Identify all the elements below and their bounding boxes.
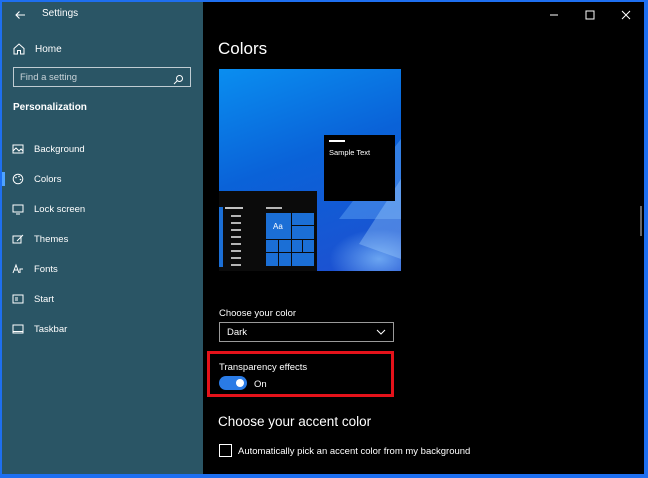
minimize-icon	[550, 14, 558, 16]
search-input[interactable]: Find a setting	[13, 67, 191, 87]
search-placeholder: Find a setting	[20, 71, 78, 83]
preview-start-menu: Aa	[219, 191, 317, 271]
main-content: Colors Sample Text Aa Choose your color …	[203, 2, 644, 474]
highlight-box	[207, 351, 394, 397]
sidebar-item-lock-screen[interactable]: Lock screen	[2, 194, 203, 224]
sidebar-item-themes[interactable]: Themes	[2, 224, 203, 254]
transparency-label: Transparency effects	[219, 362, 308, 373]
choose-color-label: Choose your color	[219, 308, 297, 319]
toggle-knob	[236, 379, 244, 387]
sample-text: Sample Text	[329, 148, 371, 157]
start-menu-tiles	[219, 207, 314, 267]
sidebar: Settings Home Find a setting Personaliza…	[2, 2, 203, 474]
auto-pick-checkbox[interactable]	[219, 444, 232, 457]
sidebar-nav: Background Colors Lock screen Themes Fon…	[2, 134, 203, 344]
maximize-button[interactable]	[572, 2, 608, 28]
close-button[interactable]	[608, 2, 644, 28]
sidebar-item-taskbar[interactable]: Taskbar	[2, 314, 203, 344]
search-icon[interactable]	[173, 72, 184, 84]
taskbar-icon	[12, 323, 24, 335]
tile-text: Aa	[273, 222, 283, 231]
sidebar-item-label: Taskbar	[34, 323, 68, 335]
picture-icon	[12, 143, 24, 155]
choose-color-dropdown[interactable]: Dark	[219, 322, 394, 342]
sidebar-item-start[interactable]: Start	[2, 284, 203, 314]
home-icon	[12, 42, 26, 56]
chevron-down-icon	[376, 329, 386, 335]
transparency-state: On	[254, 379, 267, 390]
sample-window-bar	[329, 140, 345, 142]
accent-heading: Choose your accent color	[218, 414, 372, 429]
home-label: Home	[35, 43, 62, 55]
title-bar-left: Settings	[2, 2, 203, 28]
back-arrow-icon[interactable]	[12, 7, 28, 23]
sidebar-item-label: Colors	[34, 173, 62, 185]
maximize-icon	[585, 10, 595, 20]
sidebar-item-background[interactable]: Background	[2, 134, 203, 164]
window-title: Settings	[42, 8, 79, 19]
home-nav-item[interactable]: Home	[12, 41, 62, 57]
section-heading: Personalization	[13, 102, 87, 113]
sidebar-item-label: Background	[34, 143, 85, 155]
palette-icon	[12, 173, 24, 185]
sidebar-item-label: Themes	[34, 233, 69, 245]
sidebar-item-label: Fonts	[34, 263, 58, 275]
themes-icon	[12, 233, 24, 245]
settings-window: Settings Home Find a setting Personaliza…	[2, 2, 644, 474]
sidebar-item-colors[interactable]: Colors	[2, 164, 203, 194]
lock-screen-icon	[12, 203, 24, 215]
page-title: Colors	[218, 39, 268, 58]
sidebar-item-label: Start	[34, 293, 55, 305]
preview-sample-window: Sample Text	[324, 135, 395, 201]
scrollbar[interactable]	[640, 206, 642, 236]
close-icon	[621, 10, 631, 20]
sidebar-item-label: Lock screen	[34, 203, 86, 215]
minimize-button[interactable]	[536, 2, 572, 28]
fonts-icon	[12, 263, 24, 275]
transparency-toggle[interactable]	[219, 376, 247, 390]
theme-preview: Sample Text Aa	[219, 69, 401, 271]
sidebar-item-fonts[interactable]: Fonts	[2, 254, 203, 284]
start-icon	[12, 293, 24, 305]
auto-pick-label: Automatically pick an accent color from …	[238, 446, 471, 457]
choose-color-value: Dark	[227, 326, 248, 338]
